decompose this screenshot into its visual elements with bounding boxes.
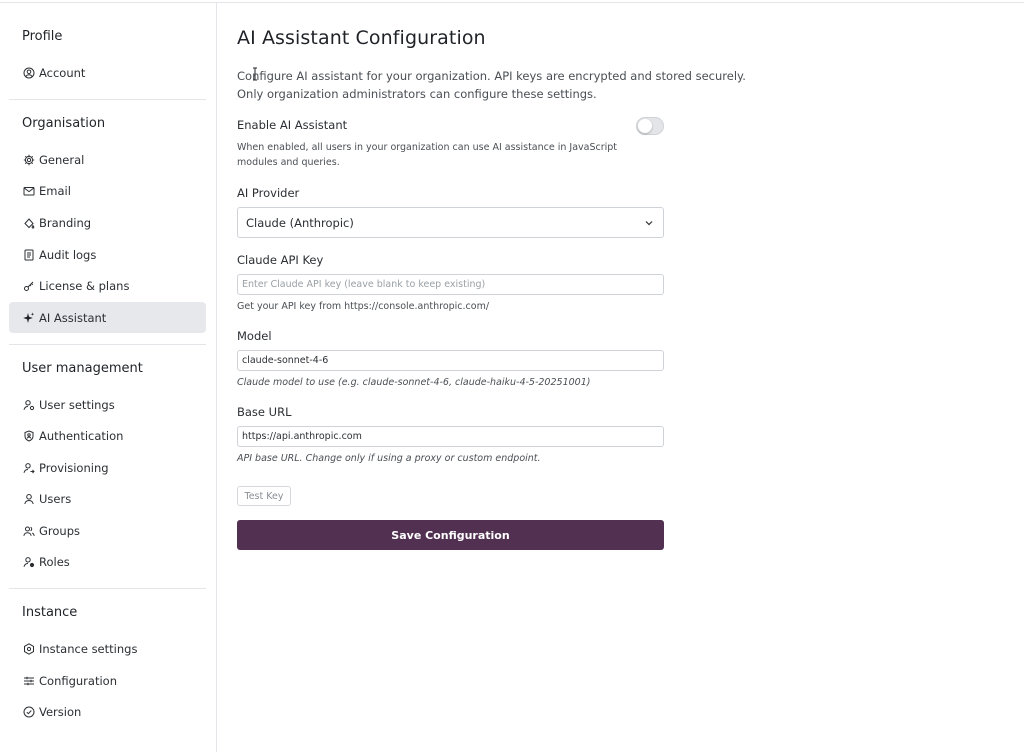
api-key-input[interactable] [237,274,664,295]
sidebar-item-authentication[interactable]: Authentication [9,420,206,451]
ai-provider-value: Claude (Anthropic) [246,215,354,230]
save-configuration-button[interactable]: Save Configuration [237,520,664,550]
sidebar-item-label: Configuration [39,673,117,688]
ai-provider-select[interactable]: Claude (Anthropic) [237,207,664,238]
sidebar-item-label: Roles [39,554,70,569]
model-input[interactable] [237,350,664,371]
mail-icon [22,184,35,197]
sidebar-item-email[interactable]: Email [9,175,206,206]
model-help: Claude model to use (e.g. claude-sonnet-… [237,377,591,388]
sidebar-item-instance-settings[interactable]: Instance settings [9,633,206,664]
sidebar-item-user-settings[interactable]: User settings [9,389,206,420]
section-title-user-management: User management [22,361,143,376]
model-label: Model [237,329,272,343]
settings-sidebar: Profile Account Organisation General Ema… [0,3,217,752]
sidebar-item-label: Provisioning [39,460,109,475]
enable-ai-help: When enabled, all users in your organiza… [237,142,618,168]
sliders-icon [22,674,35,687]
user-sync-icon [22,461,35,474]
shield-icon [22,429,35,442]
section-title-instance: Instance [22,605,78,620]
page-description: Configure AI assistant for your organiza… [237,69,746,101]
base-url-input[interactable] [237,426,664,447]
sidebar-item-version[interactable]: Version [9,696,206,727]
ai-provider-label: AI Provider [237,186,300,200]
sidebar-item-provisioning[interactable]: Provisioning [9,452,206,483]
sidebar-item-label: Branding [39,215,92,230]
gear-icon [22,153,35,166]
sidebar-item-users[interactable]: Users [9,483,206,514]
test-key-button[interactable]: Test Key [237,486,291,506]
user-circle-icon [22,66,35,79]
sidebar-item-label: License & plans [39,278,130,293]
sidebar-item-branding[interactable]: Branding [9,207,206,238]
clock-check-icon [22,705,35,718]
page-title: AI Assistant Configuration [237,27,486,49]
key-icon [22,279,35,292]
sidebar-item-label: User settings [39,397,115,412]
sidebar-divider [9,344,206,345]
sidebar-item-license-plans[interactable]: License & plans [9,270,206,301]
document-icon [22,248,35,261]
sidebar-item-label: AI Assistant [39,310,107,325]
sidebar-item-ai-assistant[interactable]: AI Assistant [9,302,206,333]
toggle-knob [638,119,652,133]
enable-ai-toggle[interactable] [636,117,664,135]
sidebar-item-audit-logs[interactable]: Audit logs [9,239,206,270]
sidebar-item-label: Audit logs [39,247,97,262]
user-gear-icon [22,398,35,411]
sidebar-item-label: Instance settings [39,641,138,656]
sidebar-item-label: Version [39,704,82,719]
chevron-down-icon [645,221,653,226]
api-key-help: Get your API key from https://console.an… [237,301,490,312]
sidebar-item-groups[interactable]: Groups [9,515,206,546]
sidebar-divider [9,99,206,100]
sidebar-item-label: Users [39,491,72,506]
sidebar-item-label: Groups [39,523,81,538]
user-icon [22,492,35,505]
paint-bucket-icon [22,216,35,229]
section-title-organisation: Organisation [22,116,106,131]
sidebar-item-account[interactable]: Account [9,57,206,88]
sparkle-icon [22,311,35,324]
sidebar-item-label: General [39,152,85,167]
users-icon [22,524,35,537]
base-url-help: API base URL. Change only if using a pro… [237,453,541,464]
text-cursor-icon [253,67,257,81]
sidebar-item-label: Account [39,65,86,80]
sidebar-item-roles[interactable]: Roles [9,546,206,577]
hexagon-gear-icon [22,642,35,655]
sidebar-item-general[interactable]: General [9,144,206,175]
enable-ai-label: Enable AI Assistant [237,118,348,132]
sidebar-item-label: Authentication [39,428,124,443]
sidebar-divider [9,588,206,589]
sidebar-item-label: Email [39,183,71,198]
base-url-label: Base URL [237,405,292,419]
sidebar-item-configuration[interactable]: Configuration [9,665,206,696]
section-title-profile: Profile [22,29,63,44]
api-key-label: Claude API Key [237,253,324,267]
user-badge-icon [22,555,35,568]
